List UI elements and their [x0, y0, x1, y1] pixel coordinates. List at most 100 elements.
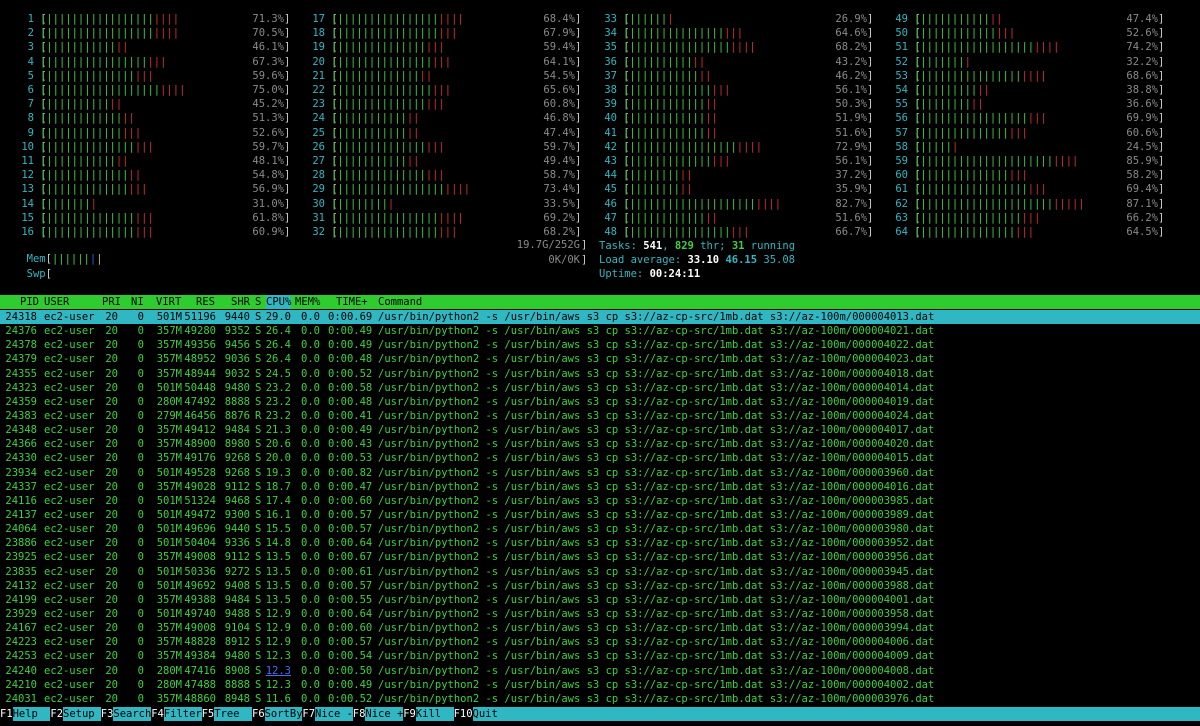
process-res: 49008: [184, 622, 216, 635]
process-shr: 9484: [224, 424, 250, 437]
col-pri[interactable]: PRI: [102, 295, 121, 309]
process-virt: 357M: [156, 622, 182, 635]
process-row[interactable]: 24383 ec2-user 20 0 279M 46456 8876 R 23.2 0.0 0:0…: [0, 409, 1200, 423]
fkey-label-f10[interactable]: Quit: [472, 707, 511, 721]
col-res[interactable]: RES: [196, 295, 215, 309]
cpu-usage-bar: ||||||||||||||: [40, 155, 129, 167]
process-pri: 20: [105, 438, 118, 451]
process-row[interactable]: 24348 ec2-user 20 0 357M 49412 9484 S 21.3 0.0 0:0…: [0, 423, 1200, 437]
cpu-usage-bar: |||||||: [914, 140, 959, 153]
process-state: S: [255, 678, 262, 691]
cpu-usage-bar: ||||||||||||||||||: [40, 69, 154, 82]
fkey-f7[interactable]: F7: [302, 707, 316, 721]
cpu-percent: 69.2%: [543, 211, 575, 224]
process-row[interactable]: 24240 ec2-user 20 0 280M 47416 8908 S 12.3 0.0 0:0…: [0, 664, 1200, 678]
process-row[interactable]: 24199 ec2-user 20 0 357M 49388 9484 S 13.5 0.0 0:0…: [0, 593, 1200, 607]
cpu-id: 12: [21, 169, 34, 182]
fkey-label-f8[interactable]: Nice +: [365, 707, 404, 721]
col-state[interactable]: S: [255, 295, 261, 309]
process-row[interactable]: 24116 ec2-user 20 0 501M 51324 9468 S 17.4 0.0 0:0…: [0, 494, 1200, 508]
process-row[interactable]: 24137 ec2-user 20 0 501M 49472 9300 S 16.1 0.0 0:0…: [0, 508, 1200, 522]
cpu-meter-10: 10 [|||||||||||||||||| 59.7%]: [14, 140, 296, 154]
fkey-f9[interactable]: F9: [403, 707, 416, 721]
cpu-meter-43: 43 [||||||||||||||||| 56.1%]: [597, 154, 879, 168]
col-mem[interactable]: MEM%: [295, 295, 320, 309]
cpu-id: 23: [312, 98, 325, 111]
process-row[interactable]: 23835 ec2-user 20 0 501M 50336 9272 S 13.5 0.0 0:0…: [0, 565, 1200, 579]
process-row[interactable]: 23925 ec2-user 20 0 357M 49008 9112 S 13.5 0.0 0:0…: [0, 550, 1200, 564]
process-state: S: [255, 381, 262, 394]
process-row[interactable]: 23886 ec2-user 20 0 501M 50404 9336 S 14.8 0.0 0:0…: [0, 536, 1200, 550]
cpu-meter-24: 24 [|||||||||||||| 46.8%]: [305, 111, 587, 125]
process-row[interactable]: 24167 ec2-user 20 0 357M 49008 9104 S 12.9 0.0 0:0…: [0, 621, 1200, 635]
fkey-f2[interactable]: F2: [50, 707, 64, 721]
process-row[interactable]: 24210 ec2-user 20 0 280M 47488 8888 S 12.3 0.0 0:0…: [0, 678, 1200, 692]
process-row[interactable]: 24031 ec2-user 20 0 357M 48860 8948 S 11.6 0.0 0:0…: [0, 692, 1200, 706]
process-cpu: 12.9: [265, 636, 291, 649]
process-row[interactable]: 24323 ec2-user 20 0 501M 50448 9480 S 23.2 0.0 0:0…: [0, 381, 1200, 395]
fkey-f8[interactable]: F8: [352, 707, 366, 721]
process-virt: 357M: [156, 339, 182, 352]
process-virt: 279M: [156, 409, 182, 422]
process-row[interactable]: 24366 ec2-user 20 0 357M 48900 8980 S 20.6 0.0 0:0…: [0, 437, 1200, 451]
fkey-f10[interactable]: F10: [453, 707, 473, 721]
process-cmd: /usr/bin/python2 -s /usr/bin/aws s3 cp s…: [378, 622, 935, 635]
cpu-meter-52: 52 [||||||||| 32.2%]: [888, 55, 1170, 69]
process-mem: 0.0: [301, 664, 320, 677]
fkey-label-f3[interactable]: Search: [113, 707, 152, 721]
process-row[interactable]: 24253 ec2-user 20 0 357M 49384 9480 S 12.3 0.0 0:0…: [0, 649, 1200, 663]
cpu-id: 52: [895, 55, 908, 68]
fkey-f4[interactable]: F4: [151, 707, 164, 721]
cpu-id: 3: [27, 41, 34, 54]
fkey-f1[interactable]: F1: [0, 707, 13, 721]
process-list: 24318 ec2-user 20 0 501M 51196 9440 S 29.0 0.0 0:0…: [0, 310, 1200, 706]
process-row[interactable]: 23934 ec2-user 20 0 501M 49528 9268 S 19.3 0.0 0:0…: [0, 466, 1200, 480]
col-virt[interactable]: VIRT: [156, 295, 181, 309]
cpu-meter-3: 3 [|||||||||||||| 46.1%]: [14, 40, 296, 54]
col-pid[interactable]: PID: [5, 295, 39, 309]
process-row[interactable]: 24359 ec2-user 20 0 280M 47492 8888 S 23.2 0.0 0:0…: [0, 395, 1200, 409]
process-row[interactable]: 24379 ec2-user 20 0 357M 48952 9036 S 26.4 0.0 0:0…: [0, 352, 1200, 366]
process-res: 49028: [184, 480, 216, 493]
process-cmd: /usr/bin/python2 -s /usr/bin/aws s3 cp s…: [378, 664, 935, 677]
cpu-usage-bar: |||||||||||||||||||: [623, 27, 744, 40]
process-row[interactable]: 24337 ec2-user 20 0 357M 49028 9112 S 18.7 0.0 0:0…: [0, 480, 1200, 494]
cpu-percent: 70.5%: [252, 27, 284, 40]
process-row[interactable]: 23929 ec2-user 20 0 501M 49740 9488 S 12.9 0.0 0:0…: [0, 607, 1200, 621]
process-cmd: /usr/bin/python2 -s /usr/bin/aws s3 cp s…: [378, 353, 935, 366]
process-row[interactable]: 24318 ec2-user 20 0 501M 51196 9440 S 29.0 0.0 0:0…: [0, 310, 1200, 325]
fkey-label-f5[interactable]: Tree: [214, 707, 253, 721]
cpu-percent: 56.1%: [835, 155, 867, 167]
col-ni[interactable]: NI: [131, 295, 144, 309]
col-shr[interactable]: SHR: [231, 295, 250, 309]
process-cpu: 20.6: [265, 438, 291, 451]
cpu-id: 19: [312, 41, 325, 54]
col-time[interactable]: TIME+: [336, 295, 368, 309]
cpu-meter-45: 45 [||||||||||| 35.9%]: [597, 182, 879, 196]
fkey-label-f4[interactable]: Filter: [163, 707, 202, 721]
process-time: 0:00.41: [328, 409, 373, 422]
fkey-label-f2[interactable]: Setup: [63, 707, 101, 721]
process-table-header[interactable]: PID USER PRI NI VIRT RES SHR S CPU% MEM%…: [0, 295, 1200, 309]
process-virt: 357M: [156, 650, 182, 663]
fkey-f6[interactable]: F6: [252, 707, 265, 721]
col-user[interactable]: USER: [44, 295, 69, 309]
process-row[interactable]: 24132 ec2-user 20 0 501M 49692 9408 S 13.5 0.0 0:0…: [0, 579, 1200, 593]
col-command[interactable]: Command: [378, 295, 422, 309]
process-row[interactable]: 24376 ec2-user 20 0 357M 49280 9352 S 26.4 0.0 0:0…: [0, 324, 1200, 338]
col-cpu[interactable]: CPU%: [266, 295, 292, 309]
process-row[interactable]: 24378 ec2-user 20 0 357M 49356 9456 S 26.4 0.0 0:0…: [0, 338, 1200, 352]
process-row[interactable]: 24355 ec2-user 20 0 357M 48944 9032 S 24.5 0.0 0:0…: [0, 367, 1200, 381]
fkey-label-f6[interactable]: SortBy: [264, 707, 303, 721]
fkey-label-f1[interactable]: Help: [12, 707, 51, 721]
process-row[interactable]: 24223 ec2-user 20 0 357M 48828 8912 S 12.9 0.0 0:0…: [0, 635, 1200, 649]
process-row[interactable]: 24064 ec2-user 20 0 501M 49696 9440 S 15.5 0.0 0:0…: [0, 522, 1200, 536]
cpu-percent: 61.8%: [252, 211, 284, 224]
fkey-label-f9[interactable]: Kill: [415, 707, 454, 721]
cpu-usage-bar: ||||||||||||: [914, 84, 990, 96]
fkey-label-f7[interactable]: Nice -: [315, 707, 353, 721]
fkey-f3[interactable]: F3: [100, 707, 114, 721]
process-row[interactable]: 24330 ec2-user 20 0 357M 49176 9268 S 20.0 0.0 0:0…: [0, 451, 1200, 465]
cpu-usage-bar: |||||||||||||||||||||: [331, 211, 464, 224]
fkey-f5[interactable]: F5: [201, 707, 215, 721]
